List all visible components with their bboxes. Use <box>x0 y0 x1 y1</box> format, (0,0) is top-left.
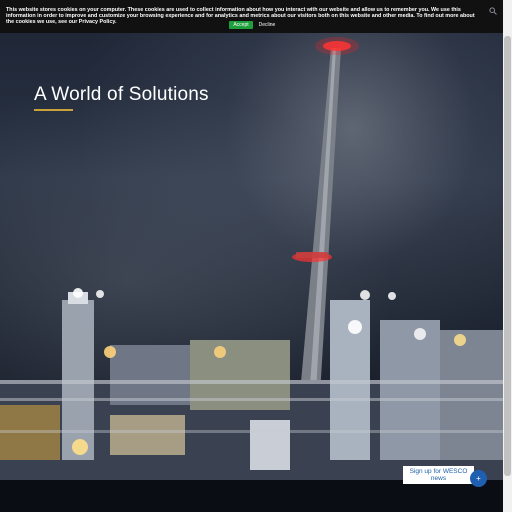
title-underline <box>34 109 73 111</box>
newsletter-signup-label: Sign up for WESCO news <box>409 468 468 482</box>
scrollbar-thumb[interactable] <box>504 36 511 476</box>
newsletter-signup[interactable]: Sign up for WESCO news <box>403 466 474 484</box>
accept-cookies-button[interactable]: Accept <box>229 21 253 29</box>
search-icon[interactable] <box>489 7 497 15</box>
newsletter-signup-button[interactable]: + <box>470 470 487 487</box>
plus-icon: + <box>476 474 481 483</box>
hero-title: A World of Solutions <box>34 84 209 105</box>
cookie-banner: This website stores cookies on your comp… <box>0 0 503 33</box>
scrollbar[interactable] <box>503 0 512 512</box>
decline-cookies-button[interactable]: Decline <box>256 21 278 29</box>
ground <box>0 480 503 512</box>
refinery-scene <box>0 37 503 512</box>
